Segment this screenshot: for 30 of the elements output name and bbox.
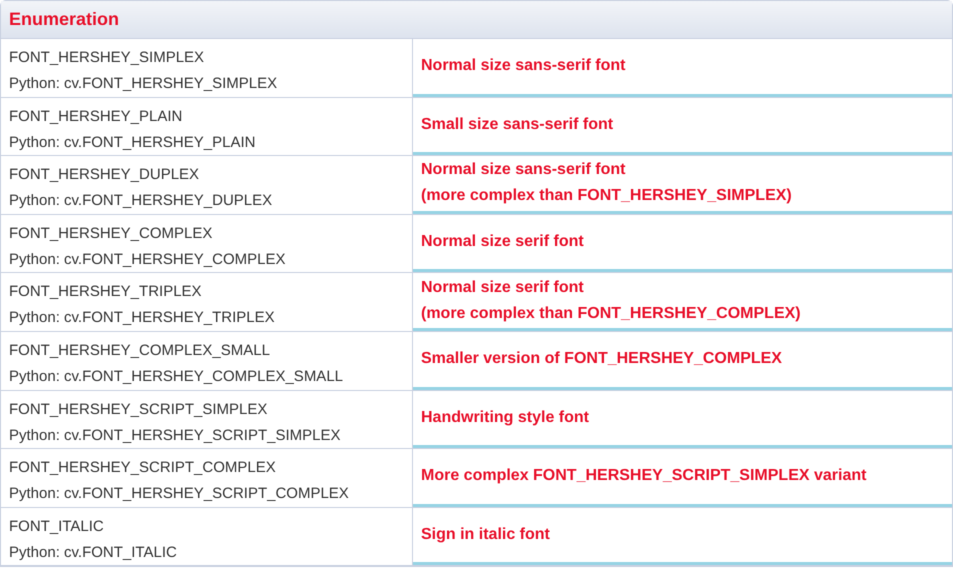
python-name: Python: cv.FONT_HERSHEY_DUPLEX (9, 191, 274, 212)
table-header: Enumeration (1, 1, 952, 39)
description-text: More complex FONT_HERSHEY_SCRIPT_SIMPLEX variant (421, 466, 868, 486)
enum-name: FONT_HERSHEY_COMPLEX (9, 224, 214, 244)
python-name: Python: cv.FONT_HERSHEY_COMPLEX (9, 250, 286, 270)
enum-name: FONT_ITALIC (9, 516, 105, 537)
python-name: Python: cv.FONT_HERSHEY_PLAIN (9, 132, 256, 153)
enum-name: FONT_HERSHEY_SIMPLEX (9, 48, 206, 68)
description-text: (more complex than FONT_HERSHEY_COMPLEX) (421, 304, 802, 324)
description-text: (more complex than FONT_HERSHEY_SIMPLEX) (421, 186, 793, 206)
python-name: Python: cv.FONT_HERSHEY_SIMPLEX (9, 74, 278, 94)
description-text: Sign in italic font (421, 525, 551, 546)
enum-name: FONT_HERSHEY_DUPLEX (9, 165, 200, 186)
python-name: Python: cv.FONT_HERSHEY_COMPLEX_SMALL (9, 366, 344, 387)
description-text: Normal size sans-serif font (421, 160, 626, 180)
enum-name: FONT_HERSHEY_COMPLEX_SMALL (9, 340, 271, 361)
python-name: Python: cv.FONT_HERSHEY_SCRIPT_COMPLEX (9, 484, 350, 504)
python-name: Python: cv.FONT_HERSHEY_SCRIPT_SIMPLEX (9, 426, 342, 446)
description-text: Small size sans-serif font (421, 114, 614, 135)
description-text: Smaller version of FONT_HERSHEY_COMPLEX (421, 349, 783, 370)
description-text: Handwriting style font (421, 408, 590, 428)
enum-name: FONT_HERSHEY_SCRIPT_SIMPLEX (9, 400, 268, 420)
description-text: Normal size sans-serif font (421, 56, 626, 76)
enum-name: FONT_HERSHEY_TRIPLEX (9, 282, 203, 302)
description-text: Normal size serif font (421, 232, 585, 252)
enum-name: FONT_HERSHEY_SCRIPT_COMPLEX (9, 458, 277, 478)
enum-name: FONT_HERSHEY_PLAIN (9, 106, 184, 127)
python-name: Python: cv.FONT_ITALIC (9, 542, 178, 563)
python-name: Python: cv.FONT_HERSHEY_TRIPLEX (9, 308, 276, 328)
description-text: Normal size serif font (421, 278, 585, 298)
